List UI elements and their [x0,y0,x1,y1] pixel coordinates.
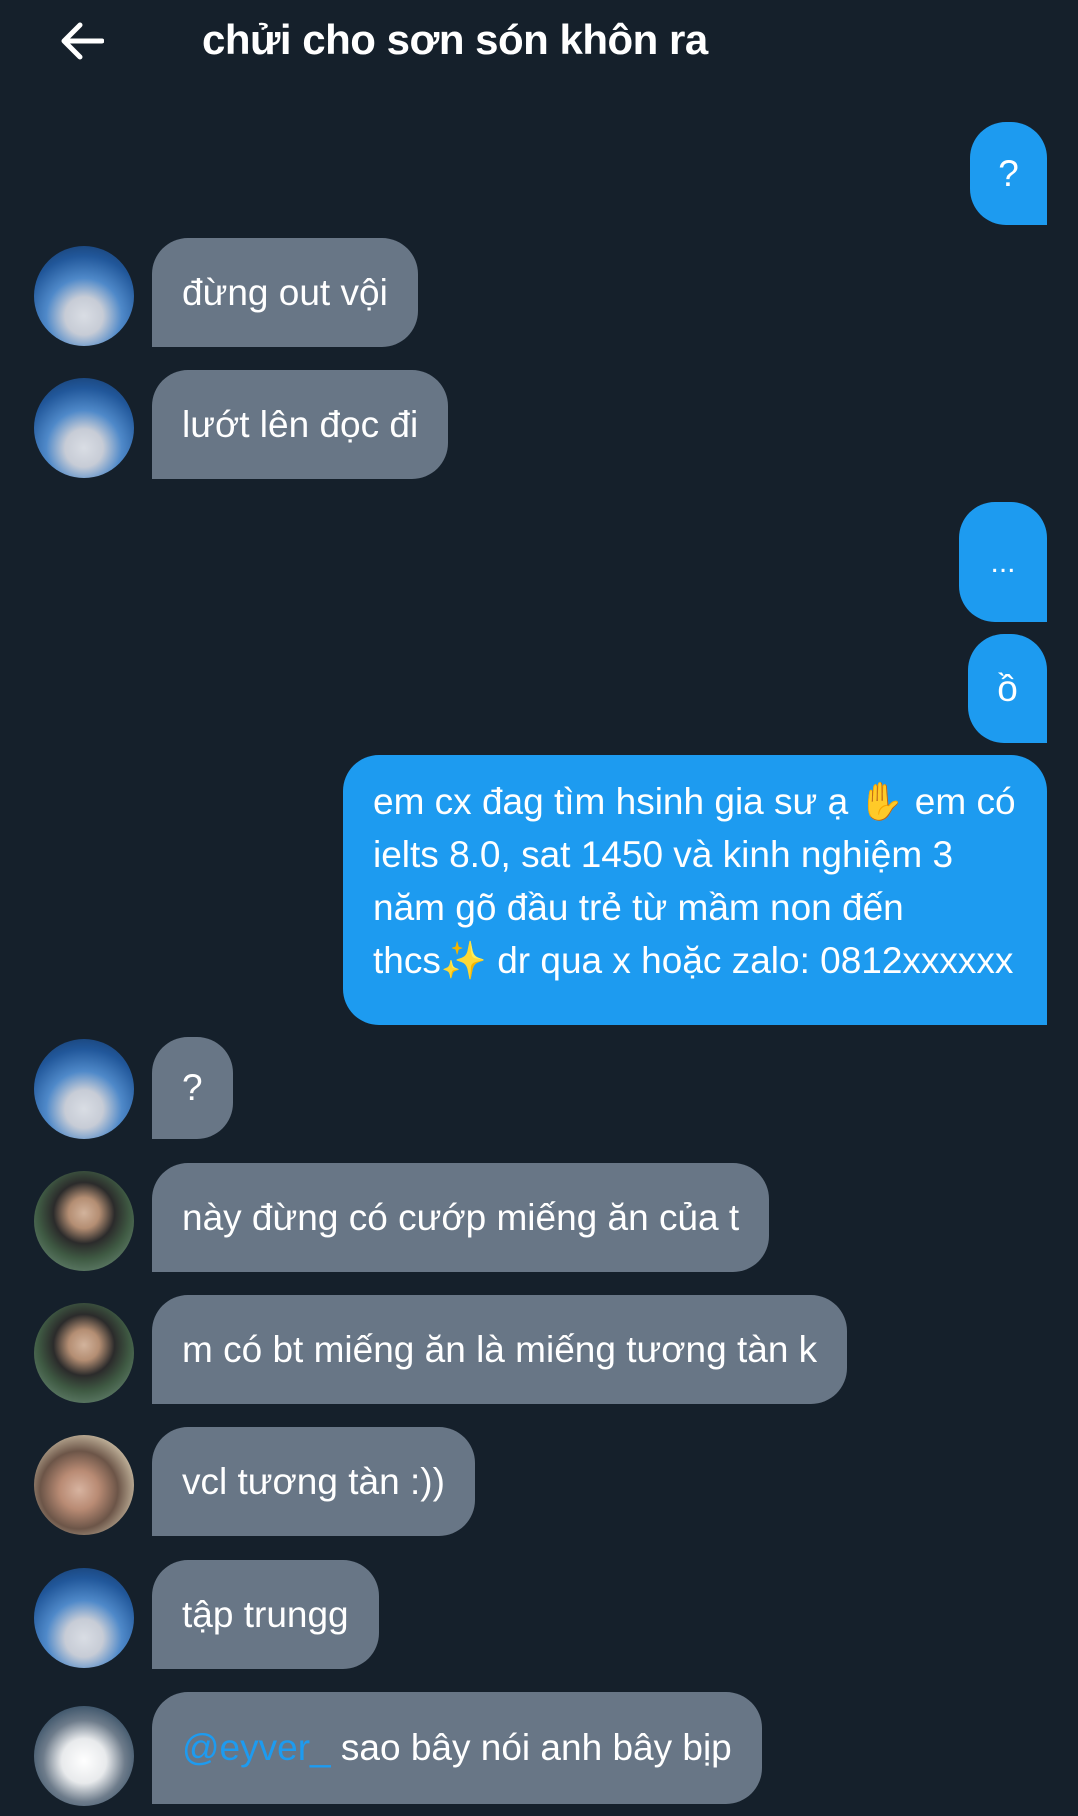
message-text: ồ [997,668,1018,709]
message-bubble-received[interactable]: m có bt miếng ăn là miếng tương tàn k [152,1295,848,1404]
avatar[interactable] [34,378,134,478]
avatar[interactable] [34,246,134,346]
message-bubble-received[interactable]: @eyver_ sao bây nói anh bây bịp [152,1692,762,1804]
message-text: ... [990,545,1016,579]
message-text: sao bây nói anh bây bịp [330,1727,732,1768]
message-bubble-sent[interactable]: ồ [968,634,1047,743]
message-bubble-received[interactable]: vcl tương tàn :)) [152,1427,475,1536]
message-bubble-sent[interactable]: ? [970,122,1047,225]
message-text: m có bt miếng ăn là miếng tương tàn k [182,1329,818,1370]
avatar[interactable] [34,1039,134,1139]
message-text-line: thcs✨ dr qua x hoặc zalo: 0812xxxxxx [373,940,1014,981]
message-text: ? [998,153,1019,194]
message-bubble-sent[interactable]: em cx đag tìm hsinh gia sư ạ ✋ em có iel… [343,755,1047,1025]
message-text: ? [182,1067,203,1108]
avatar[interactable] [34,1171,134,1271]
message-text: lướt lên đọc đi [182,404,419,445]
back-button[interactable] [52,14,110,68]
avatar[interactable] [34,1435,134,1535]
message-bubble-received[interactable]: tập trungg [152,1560,379,1669]
conversation-header: chửi cho sơn són khôn ra [0,0,1078,92]
message-bubble-received[interactable]: lướt lên đọc đi [152,370,449,479]
avatar[interactable] [34,1568,134,1668]
message-text: vcl tương tàn :)) [182,1461,445,1502]
message-text: đừng out vội [182,272,388,313]
message-text-line: ielts 8.0, sat 1450 và kinh nghiệm 3 [373,834,954,875]
message-bubble-received[interactable]: này đừng có cướp miếng ăn của t [152,1163,770,1272]
arrow-left-icon [61,22,104,60]
message-text-line: em cx đag tìm hsinh gia sư ạ ✋ em có [373,781,1016,822]
avatar[interactable] [34,1706,134,1806]
message-text: này đừng có cướp miếng ăn của t [182,1197,740,1238]
message-text: tập trungg [182,1594,349,1635]
message-bubble-sent[interactable]: ... [959,502,1047,622]
message-bubble-received[interactable]: ? [152,1037,233,1139]
avatar[interactable] [34,1303,134,1403]
message-bubble-received[interactable]: đừng out vội [152,238,418,347]
message-text-line: năm gõ đầu trẻ từ mầm non đến [373,887,904,928]
conversation-title: chửi cho sơn són khôn ra [202,16,708,63]
mention-link[interactable]: @eyver_ [182,1727,331,1768]
